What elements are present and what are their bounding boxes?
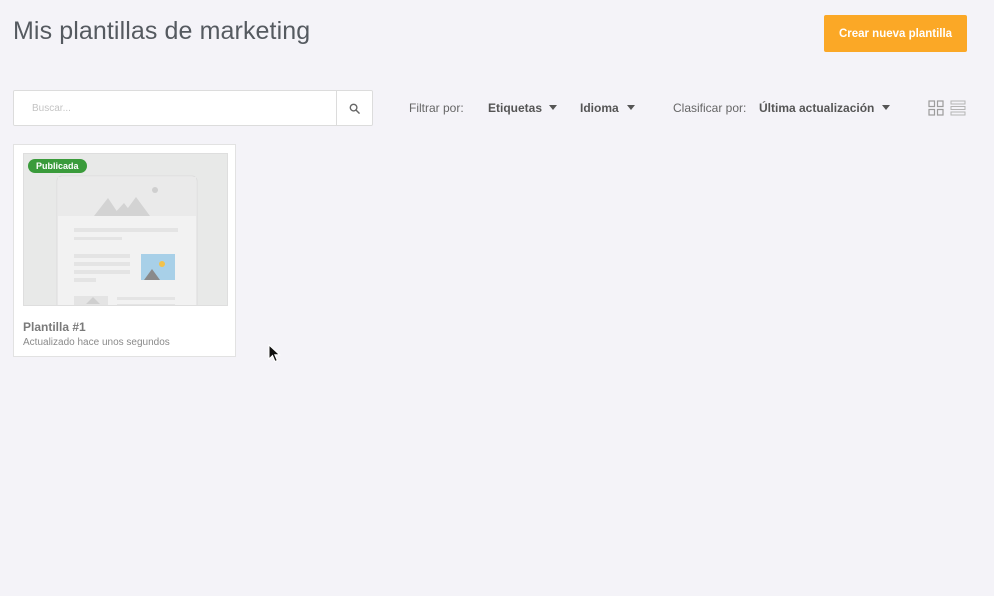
- template-thumbnail[interactable]: [23, 153, 228, 306]
- search-button[interactable]: [336, 91, 372, 125]
- search-bar: [13, 90, 373, 126]
- language-chevron-down-icon[interactable]: [627, 105, 635, 110]
- language-filter-dropdown[interactable]: Idioma: [580, 101, 619, 115]
- status-badge: Publicada: [28, 159, 87, 173]
- list-view-icon[interactable]: [950, 100, 966, 116]
- tags-filter-dropdown[interactable]: Etiquetas: [488, 101, 542, 115]
- mouse-cursor-icon: [268, 344, 281, 363]
- create-template-button[interactable]: Crear nueva plantilla: [824, 15, 967, 52]
- sort-chevron-down-icon[interactable]: [882, 105, 890, 110]
- page-title: Mis plantillas de marketing: [13, 17, 311, 45]
- search-input[interactable]: [14, 91, 336, 125]
- template-name[interactable]: Plantilla #1: [23, 320, 86, 334]
- sort-label: Clasificar por:: [673, 101, 747, 115]
- filter-label: Filtrar por:: [409, 101, 464, 115]
- template-preview-image: [24, 154, 227, 305]
- sort-dropdown[interactable]: Última actualización: [759, 101, 874, 115]
- tags-chevron-down-icon[interactable]: [549, 105, 557, 110]
- grid-view-icon[interactable]: [928, 100, 944, 116]
- search-icon: [349, 103, 360, 114]
- template-updated-time: Actualizado hace unos segundos: [23, 337, 170, 348]
- template-card[interactable]: Publicada Plantilla #1 Actualizado hace …: [13, 144, 236, 357]
